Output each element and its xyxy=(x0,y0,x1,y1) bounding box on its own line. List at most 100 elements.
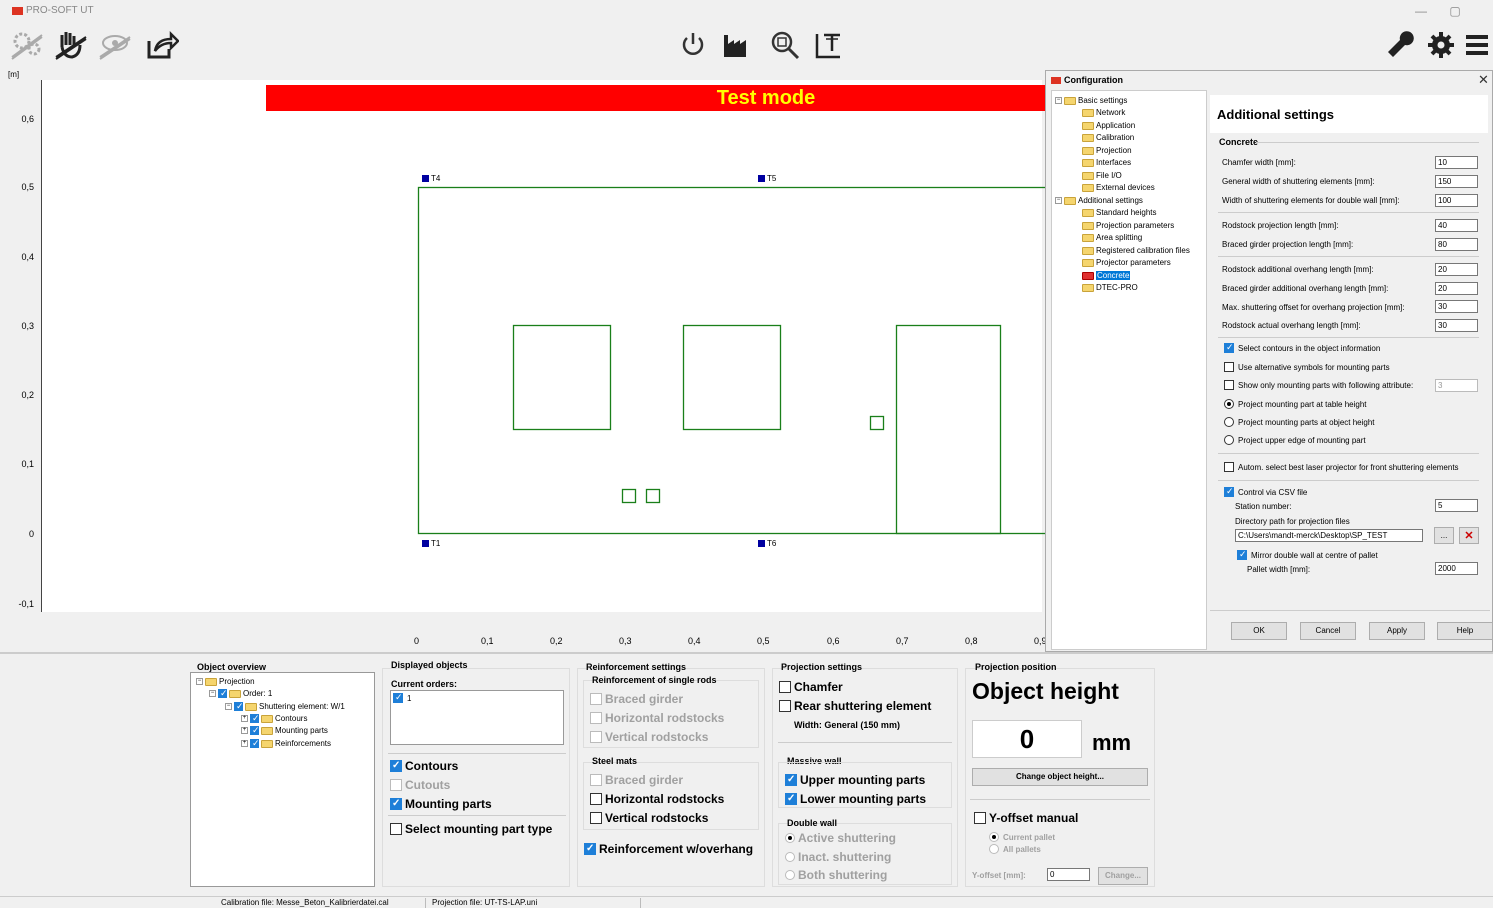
radio-object-height[interactable]: Project mounting parts at object height xyxy=(1224,417,1375,427)
rear-shuttering-checkbox[interactable]: Rear shuttering element xyxy=(779,699,931,713)
active-shuttering-radio[interactable]: Active shuttering xyxy=(785,831,896,845)
menu-icon[interactable] xyxy=(1458,26,1493,64)
object-overview-tree: −Projection −Order: 1 −Shuttering elemen… xyxy=(190,672,375,887)
radio-table-height[interactable]: Project mounting part at table height xyxy=(1224,399,1367,409)
station-label: Station number: xyxy=(1235,502,1292,511)
select-type-checkbox[interactable]: Select mounting part type xyxy=(390,822,552,836)
cancel-button[interactable]: Cancel xyxy=(1300,622,1356,640)
change-y-offset-button[interactable]: Change... xyxy=(1098,867,1148,885)
alt-symbols-checkbox[interactable]: Use alternative symbols for mounting par… xyxy=(1224,362,1390,372)
vertical-rodstocks-1-checkbox[interactable]: Vertical rodstocks xyxy=(590,730,708,744)
tree-registered-calibration[interactable]: Registered calibration files xyxy=(1082,246,1190,255)
tree-interfaces[interactable]: Interfaces xyxy=(1082,158,1131,167)
rodstock-projection-input[interactable]: 40 xyxy=(1435,219,1478,232)
max-shuttering-offset-input[interactable]: 30 xyxy=(1435,300,1478,313)
upper-mounting-checkbox[interactable]: Upper mounting parts xyxy=(785,773,925,787)
tree-calibration[interactable]: Calibration xyxy=(1082,133,1134,142)
autom-select-checkbox[interactable]: Autom. select best laser projector for f… xyxy=(1224,462,1459,472)
station-number-input[interactable]: 5 xyxy=(1435,499,1478,512)
general-width-input[interactable]: 150 xyxy=(1435,175,1478,188)
tree-basic-settings[interactable]: − Basic settings xyxy=(1055,96,1127,105)
field-label: Chamfer width [mm]: xyxy=(1222,158,1296,167)
tree-dtec-pro[interactable]: DTEC-PRO xyxy=(1082,283,1138,292)
braced-girder-overhang-input[interactable]: 20 xyxy=(1435,282,1478,295)
apply-button[interactable]: Apply xyxy=(1369,622,1425,640)
folder-icon xyxy=(1082,271,1094,280)
tree-projection[interactable]: Projection xyxy=(1082,146,1132,155)
double-wall-width-input[interactable]: 100 xyxy=(1435,194,1478,207)
both-shuttering-radio[interactable]: Both shuttering xyxy=(785,868,887,882)
current-pallet-radio[interactable]: Current pallet xyxy=(989,832,1055,842)
rodstock-overhang-input[interactable]: 20 xyxy=(1435,263,1478,276)
tree-file-io[interactable]: File I/O xyxy=(1082,171,1122,180)
folder-icon xyxy=(245,702,257,711)
y-offset-manual-checkbox[interactable]: Y-offset manual xyxy=(974,811,1078,825)
horizontal-rodstocks-1-checkbox[interactable]: Horizontal rodstocks xyxy=(590,711,724,725)
tree-application[interactable]: Application xyxy=(1082,121,1135,130)
folder-icon xyxy=(205,677,217,686)
object-height-heading: Object height xyxy=(972,678,1119,704)
chamfer-checkbox[interactable]: Chamfer xyxy=(779,680,843,694)
minimize-button[interactable]: — xyxy=(1406,2,1436,20)
tree-network[interactable]: Network xyxy=(1082,108,1125,117)
directory-path-input[interactable]: C:\Users\mandt-merck\Desktop\SP_TEST xyxy=(1235,529,1423,542)
help-button[interactable]: Help xyxy=(1437,622,1493,640)
field-label: Width of shuttering elements for double … xyxy=(1222,196,1400,205)
y-offset-input[interactable]: 0 xyxy=(1047,868,1090,881)
tree-contours-node[interactable]: +Contours xyxy=(241,713,307,724)
contours-checkbox[interactable]: Contours xyxy=(390,759,458,773)
tree-area-splitting[interactable]: Area splitting xyxy=(1082,233,1142,242)
chamfer-width-input[interactable]: 10 xyxy=(1435,156,1478,169)
ok-button[interactable]: OK xyxy=(1231,622,1287,640)
attribute-input[interactable]: 3 xyxy=(1435,379,1478,392)
delete-path-button[interactable]: ✕ xyxy=(1459,527,1479,544)
cutout-window-1 xyxy=(512,324,612,431)
tree-projection-node[interactable]: − Projection xyxy=(196,677,255,686)
config-title: Configuration xyxy=(1051,75,1123,85)
restore-button[interactable]: ▢ xyxy=(1440,2,1470,20)
inact-shuttering-radio[interactable]: Inact. shuttering xyxy=(785,850,891,864)
braced-girder-1-checkbox[interactable]: Braced girder xyxy=(590,692,683,706)
folder-icon xyxy=(1064,96,1076,105)
braced-girder-projection-input[interactable]: 80 xyxy=(1435,238,1478,251)
rodstock-actual-overhang-input[interactable]: 30 xyxy=(1435,319,1478,332)
braced-girder-2-checkbox[interactable]: Braced girder xyxy=(590,773,683,787)
folder-icon xyxy=(1082,208,1094,217)
wrench-icon[interactable] xyxy=(1382,26,1420,64)
overhang-wrap: Reinforcement w/overhang xyxy=(584,842,762,858)
lower-mounting-checkbox[interactable]: Lower mounting parts xyxy=(785,792,926,806)
tree-order-node[interactable]: −Order: 1 xyxy=(209,688,272,699)
vertical-rodstocks-2-checkbox[interactable]: Vertical rodstocks xyxy=(590,811,708,825)
reinforcement-overhang-checkbox[interactable]: Reinforcement w/overhang xyxy=(584,842,753,856)
folder-icon xyxy=(1082,246,1094,255)
folder-icon xyxy=(1082,133,1094,142)
tree-concrete[interactable]: Concrete xyxy=(1082,271,1131,280)
tree-additional-settings[interactable]: − Additional settings xyxy=(1055,196,1143,205)
browse-button[interactable]: ... xyxy=(1434,527,1454,544)
change-object-height-button[interactable]: Change object height... xyxy=(972,768,1148,786)
horizontal-rodstocks-2-checkbox[interactable]: Horizontal rodstocks xyxy=(590,792,724,806)
csv-control-checkbox[interactable]: Control via CSV file xyxy=(1224,486,1307,497)
folder-icon xyxy=(1082,171,1094,180)
order-item[interactable]: 1 xyxy=(393,692,411,703)
config-close-button[interactable]: ✕ xyxy=(1478,72,1489,88)
tree-projection-parameters[interactable]: Projection parameters xyxy=(1082,221,1174,230)
tree-reinforcements-node[interactable]: +Reinforcements xyxy=(241,738,331,749)
cutouts-checkbox[interactable]: Cutouts xyxy=(390,778,450,792)
mirror-double-wall-checkbox[interactable]: Mirror double wall at centre of pallet xyxy=(1237,549,1378,560)
show-only-checkbox[interactable]: Show only mounting parts with following … xyxy=(1224,380,1413,390)
reinforcement-title: Reinforcement settings xyxy=(586,662,687,672)
all-pallets-radio[interactable]: All pallets xyxy=(989,844,1041,854)
displayed-objects-title: Displayed objects xyxy=(391,660,468,670)
select-contours-checkbox[interactable]: Select contours in the object informatio… xyxy=(1224,342,1380,353)
tree-external-devices[interactable]: External devices xyxy=(1082,183,1155,192)
pallet-width-input[interactable]: 2000 xyxy=(1435,562,1478,575)
tree-element-node[interactable]: −Shuttering element: W/1 xyxy=(225,701,345,712)
field-label: Braced girder projection length [mm]: xyxy=(1222,240,1354,249)
gear-icon[interactable] xyxy=(1422,26,1460,64)
tree-standard-heights[interactable]: Standard heights xyxy=(1082,208,1157,217)
mounting-parts-checkbox[interactable]: Mounting parts xyxy=(390,797,492,811)
radio-upper-edge[interactable]: Project upper edge of mounting part xyxy=(1224,435,1366,445)
tree-mounting-node[interactable]: +Mounting parts xyxy=(241,725,328,736)
tree-projector-parameters[interactable]: Projector parameters xyxy=(1082,258,1171,267)
